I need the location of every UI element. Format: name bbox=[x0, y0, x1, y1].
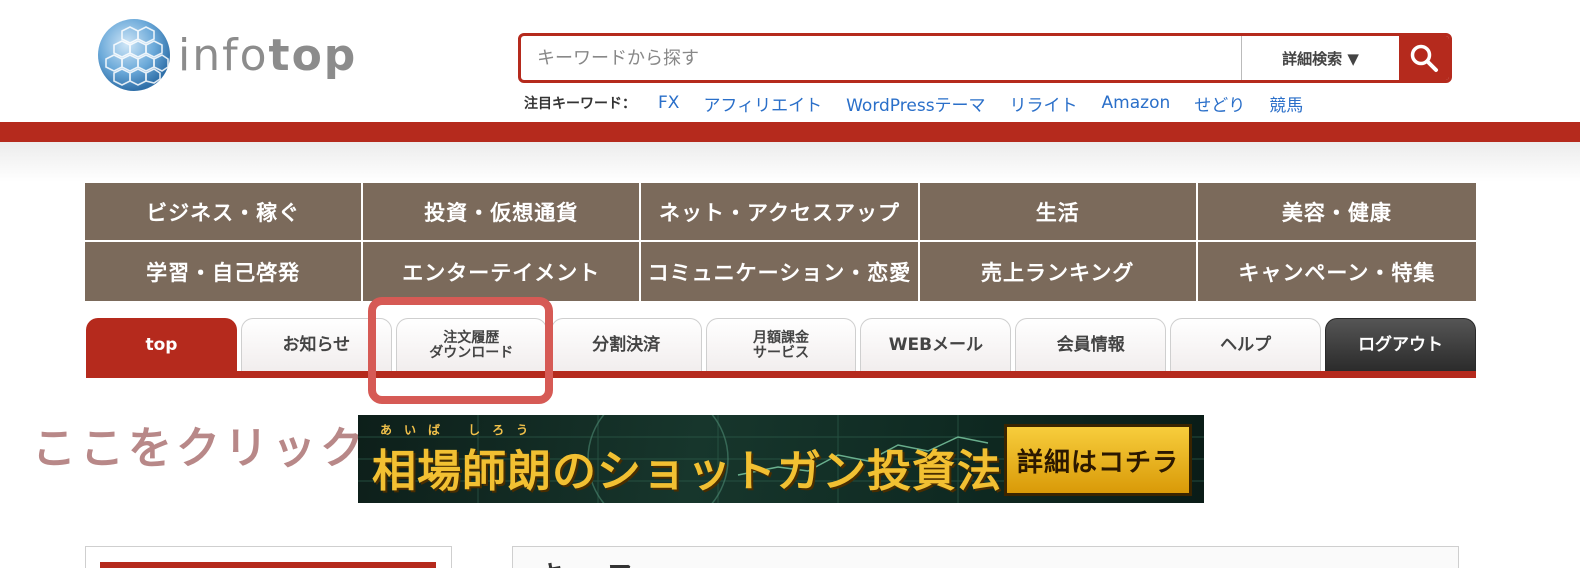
tab-order-history-line1: 注文履歴 bbox=[443, 329, 500, 346]
banner-title: 相場師朗のショットガン投資法 bbox=[372, 446, 1002, 497]
tab-top-label: top bbox=[145, 334, 178, 355]
featured-keywords-label: 注目キーワード： bbox=[524, 96, 636, 112]
banner-details-button[interactable]: 詳細はコチラ bbox=[1004, 424, 1192, 496]
infotop-logo[interactable]: infotop bbox=[96, 16, 357, 94]
keyword-link-keiba[interactable]: 競馬 bbox=[1269, 91, 1303, 116]
category-nav: ビジネス・稼ぐ 投資・仮想通貨 ネット・アクセスアップ 生活 美容・健康 学習・… bbox=[85, 183, 1476, 301]
tab-logout[interactable]: ログアウト bbox=[1325, 318, 1477, 372]
tab-order-history-line2: ダウンロード bbox=[429, 344, 514, 361]
search-input[interactable] bbox=[521, 36, 1241, 80]
search-bar: 詳細検索 ▼ bbox=[518, 33, 1452, 83]
logo-wordmark-suffix: top bbox=[268, 29, 358, 81]
keyword-link-affiliate[interactable]: アフィリエイト bbox=[703, 91, 822, 116]
category-learning[interactable]: 学習・自己啓発 bbox=[85, 242, 364, 301]
category-communication-love[interactable]: コミュニケーション・恋愛 bbox=[641, 242, 920, 301]
category-beauty-health[interactable]: 美容・健康 bbox=[1197, 183, 1476, 242]
sidebar-header-bar bbox=[100, 562, 436, 568]
keyword-link-amazon[interactable]: Amazon bbox=[1102, 93, 1171, 113]
tab-web-mail[interactable]: WEBメール bbox=[860, 318, 1012, 372]
tab-installment-payment[interactable]: 分割決済 bbox=[550, 318, 702, 372]
header-shadow bbox=[0, 142, 1580, 182]
logo-wordmark: infotop bbox=[178, 30, 357, 81]
category-life[interactable]: 生活 bbox=[919, 183, 1198, 242]
promo-banner[interactable]: あいば しろう 相場師朗のショットガン投資法 詳細はコチラ bbox=[358, 415, 1204, 503]
member-tabs: top お知らせ 注文履歴 ダウンロード 分割決済 月額課金 サービス WEBメール… bbox=[86, 318, 1477, 372]
tab-logout-label: ログアウト bbox=[1358, 334, 1444, 355]
click-here-annotation: ここをクリック bbox=[32, 423, 368, 474]
keyword-link-fx[interactable]: FX bbox=[658, 93, 679, 113]
logo-wordmark-prefix: info bbox=[178, 29, 269, 81]
globe-logo-icon bbox=[98, 19, 170, 91]
category-entertainment[interactable]: エンターテイメント bbox=[363, 242, 642, 301]
tab-monthly-line1: 月額課金 bbox=[753, 329, 809, 346]
tab-monthly-line2: サービス bbox=[753, 344, 809, 361]
category-business[interactable]: ビジネス・稼ぐ bbox=[85, 183, 364, 242]
featured-keywords: 注目キーワード： FX アフィリエイト WordPressテーマ リライト Am… bbox=[524, 90, 1327, 116]
category-campaign[interactable]: キャンペーン・特集 bbox=[1198, 242, 1476, 301]
tab-web-mail-label: WEBメール bbox=[888, 334, 984, 355]
tab-news[interactable]: お知らせ bbox=[240, 318, 392, 372]
tabs-underline bbox=[86, 371, 1476, 378]
search-icon bbox=[1410, 44, 1438, 72]
category-investment-crypto[interactable]: 投資・仮想通貨 bbox=[363, 183, 642, 242]
tab-news-label: お知らせ bbox=[282, 334, 351, 355]
tab-member-info-label: 会員情報 bbox=[1056, 334, 1125, 355]
tab-top[interactable]: top bbox=[86, 318, 237, 372]
tab-monthly-subscription[interactable]: 月額課金 サービス bbox=[705, 318, 857, 372]
keyword-link-sedori[interactable]: せどり bbox=[1194, 91, 1245, 116]
category-net-access-up[interactable]: ネット・アクセスアップ bbox=[641, 183, 920, 242]
tab-installment-label: 分割決済 bbox=[592, 334, 661, 355]
main-content-panel: キーワ bbox=[512, 546, 1459, 568]
tab-help-label: ヘルプ bbox=[1220, 334, 1272, 355]
keyword-link-rewrite[interactable]: リライト bbox=[1010, 91, 1078, 116]
header-divider-bar bbox=[0, 122, 1580, 142]
advanced-search-button[interactable]: 詳細検索 ▼ bbox=[1241, 36, 1399, 80]
tab-member-info[interactable]: 会員情報 bbox=[1015, 318, 1167, 372]
sidebar-panel bbox=[85, 546, 452, 568]
category-sales-ranking[interactable]: 売上ランキング bbox=[920, 242, 1198, 301]
search-button[interactable] bbox=[1399, 36, 1449, 80]
main-panel-heading: キーワ bbox=[539, 555, 641, 568]
tab-help[interactable]: ヘルプ bbox=[1170, 318, 1322, 372]
tab-order-history-download[interactable]: 注文履歴 ダウンロード bbox=[395, 318, 547, 372]
keyword-link-wordpress-theme[interactable]: WordPressテーマ bbox=[846, 91, 985, 116]
